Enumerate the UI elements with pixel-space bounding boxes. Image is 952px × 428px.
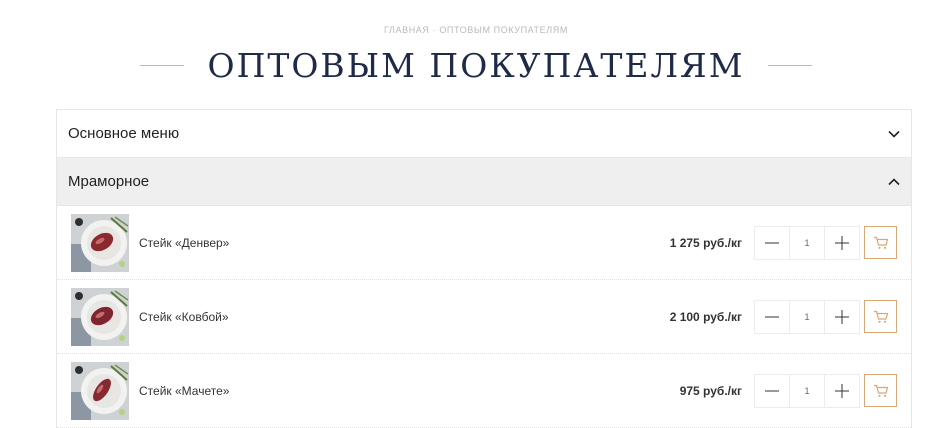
accordion-marbled-label: Мраморное <box>68 173 150 190</box>
quantity-stepper <box>754 225 860 260</box>
breadcrumb: ГЛАВНАЯ · ОПТОВЫМ ПОКУПАТЕЛЯМ <box>0 25 952 35</box>
breadcrumb-home-link[interactable]: ГЛАВНАЯ <box>384 25 429 35</box>
increase-button[interactable] <box>825 375 859 407</box>
wholesale-menu: Основное меню Мраморное Стейк «Денвер» 1… <box>56 109 912 428</box>
minus-icon <box>765 242 779 243</box>
increase-button[interactable] <box>825 301 859 333</box>
minus-icon <box>765 316 779 317</box>
breadcrumb-current: ОПТОВЫМ ПОКУПАТЕЛЯМ <box>439 25 568 35</box>
product-price: 1 275 руб./кг <box>669 235 742 250</box>
chevron-down-icon <box>888 128 900 140</box>
title-decor-line-left <box>139 64 184 66</box>
quantity-stepper <box>754 299 860 334</box>
plus-icon <box>835 235 849 250</box>
product-image[interactable] <box>71 287 129 346</box>
plus-icon <box>835 309 849 324</box>
product-name[interactable]: Стейк «Мачете» <box>139 384 680 398</box>
plus-icon <box>835 383 849 398</box>
accordion-main-menu[interactable]: Основное меню <box>57 110 911 158</box>
product-price: 975 руб./кг <box>679 383 742 398</box>
product-row: Стейк «Денвер» 1 275 руб./кг <box>57 206 911 280</box>
quantity-input[interactable] <box>789 226 825 259</box>
decrease-button[interactable] <box>755 227 789 259</box>
title-decor-line-right <box>768 64 813 66</box>
decrease-button[interactable] <box>755 375 789 407</box>
cart-icon <box>873 236 888 249</box>
page-title: ОПТОВЫМ ПОКУПАТЕЛЯМ <box>207 45 745 85</box>
minus-icon <box>765 390 779 391</box>
product-row: Стейк «Ковбой» 2 100 руб./кг <box>57 280 911 354</box>
quantity-stepper <box>754 373 860 408</box>
chevron-up-icon <box>888 176 900 188</box>
product-image[interactable] <box>71 213 129 272</box>
cart-icon <box>873 310 888 323</box>
decrease-button[interactable] <box>755 301 789 333</box>
quantity-input[interactable] <box>789 374 825 407</box>
quantity-input[interactable] <box>789 300 825 333</box>
add-to-cart-button[interactable] <box>864 374 897 407</box>
add-to-cart-button[interactable] <box>864 300 897 333</box>
product-image[interactable] <box>71 361 129 420</box>
product-name[interactable]: Стейк «Ковбой» <box>139 310 670 324</box>
product-row: Стейк «Мачете» 975 руб./кг <box>57 354 911 428</box>
increase-button[interactable] <box>825 227 859 259</box>
product-name[interactable]: Стейк «Денвер» <box>139 236 670 250</box>
accordion-main-menu-label: Основное меню <box>68 125 180 142</box>
cart-icon <box>873 384 888 397</box>
add-to-cart-button[interactable] <box>864 226 897 259</box>
product-price: 2 100 руб./кг <box>669 309 742 324</box>
accordion-marbled[interactable]: Мраморное <box>57 158 911 206</box>
breadcrumb-separator: · <box>432 25 437 35</box>
page-title-block: ОПТОВЫМ ПОКУПАТЕЛЯМ <box>0 42 952 88</box>
